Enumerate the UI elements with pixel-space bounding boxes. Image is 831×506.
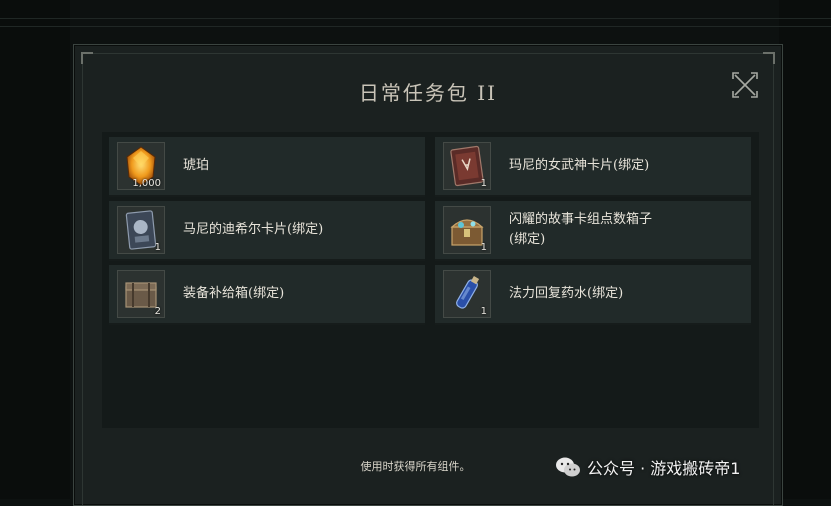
item-quantity: 1,000 [132, 178, 161, 189]
background-line [0, 26, 831, 27]
item-name: 装备补给箱(绑定) [183, 286, 285, 301]
item-quantity: 1 [480, 178, 487, 189]
item-thumbnail: 1,000 [117, 142, 165, 190]
wechat-icon [556, 457, 580, 477]
dialog-title: 日常任务包 II [358, 81, 498, 105]
item-thumbnail: 2 [117, 270, 165, 318]
item-list-panel: 1,000 琥珀 1 玛尼的女武神卡片(绑定) 1 马尼的迪希尔卡片(绑定) 1… [102, 132, 759, 428]
item-name: 闪耀的故事卡组点数箱子 (绑定) [509, 212, 653, 247]
item-supply-box[interactable]: 2 装备补给箱(绑定) [109, 265, 425, 325]
item-amber[interactable]: 1,000 琥珀 [109, 137, 425, 197]
item-quantity: 1 [480, 306, 487, 317]
item-quantity: 1 [154, 242, 161, 253]
item-story-deck-chest[interactable]: 1 闪耀的故事卡组点数箱子 (绑定) [435, 201, 751, 261]
item-dihir-card[interactable]: 1 马尼的迪希尔卡片(绑定) [109, 201, 425, 261]
item-thumbnail: 1 [443, 142, 491, 190]
background-left-shade [0, 0, 70, 499]
item-name: 法力回复药水(绑定) [509, 286, 624, 301]
frame-corner [763, 52, 775, 64]
close-icon [732, 72, 758, 98]
watermark-text: 公众号 · 游戏搬砖帝1 [587, 459, 741, 478]
item-name: 琥珀 [183, 158, 210, 173]
item-valkyrie-card[interactable]: 1 玛尼的女武神卡片(绑定) [435, 137, 751, 197]
item-thumbnail: 1 [443, 206, 491, 254]
item-quantity: 2 [154, 306, 161, 317]
item-name: 玛尼的女武神卡片(绑定) [509, 158, 650, 173]
item-thumbnail: 1 [117, 206, 165, 254]
item-thumbnail: 1 [443, 270, 491, 318]
wechat-watermark: 公众号 · 游戏搬砖帝1 [555, 453, 740, 481]
close-button[interactable] [731, 71, 759, 99]
frame-corner [81, 52, 93, 64]
item-name: 马尼的迪希尔卡片(绑定) [183, 222, 324, 237]
background-right-shade [779, 0, 831, 499]
item-quantity: 1 [480, 242, 487, 253]
background-line [0, 18, 831, 19]
item-mana-potion[interactable]: 1 法力回复药水(绑定) [435, 265, 751, 325]
